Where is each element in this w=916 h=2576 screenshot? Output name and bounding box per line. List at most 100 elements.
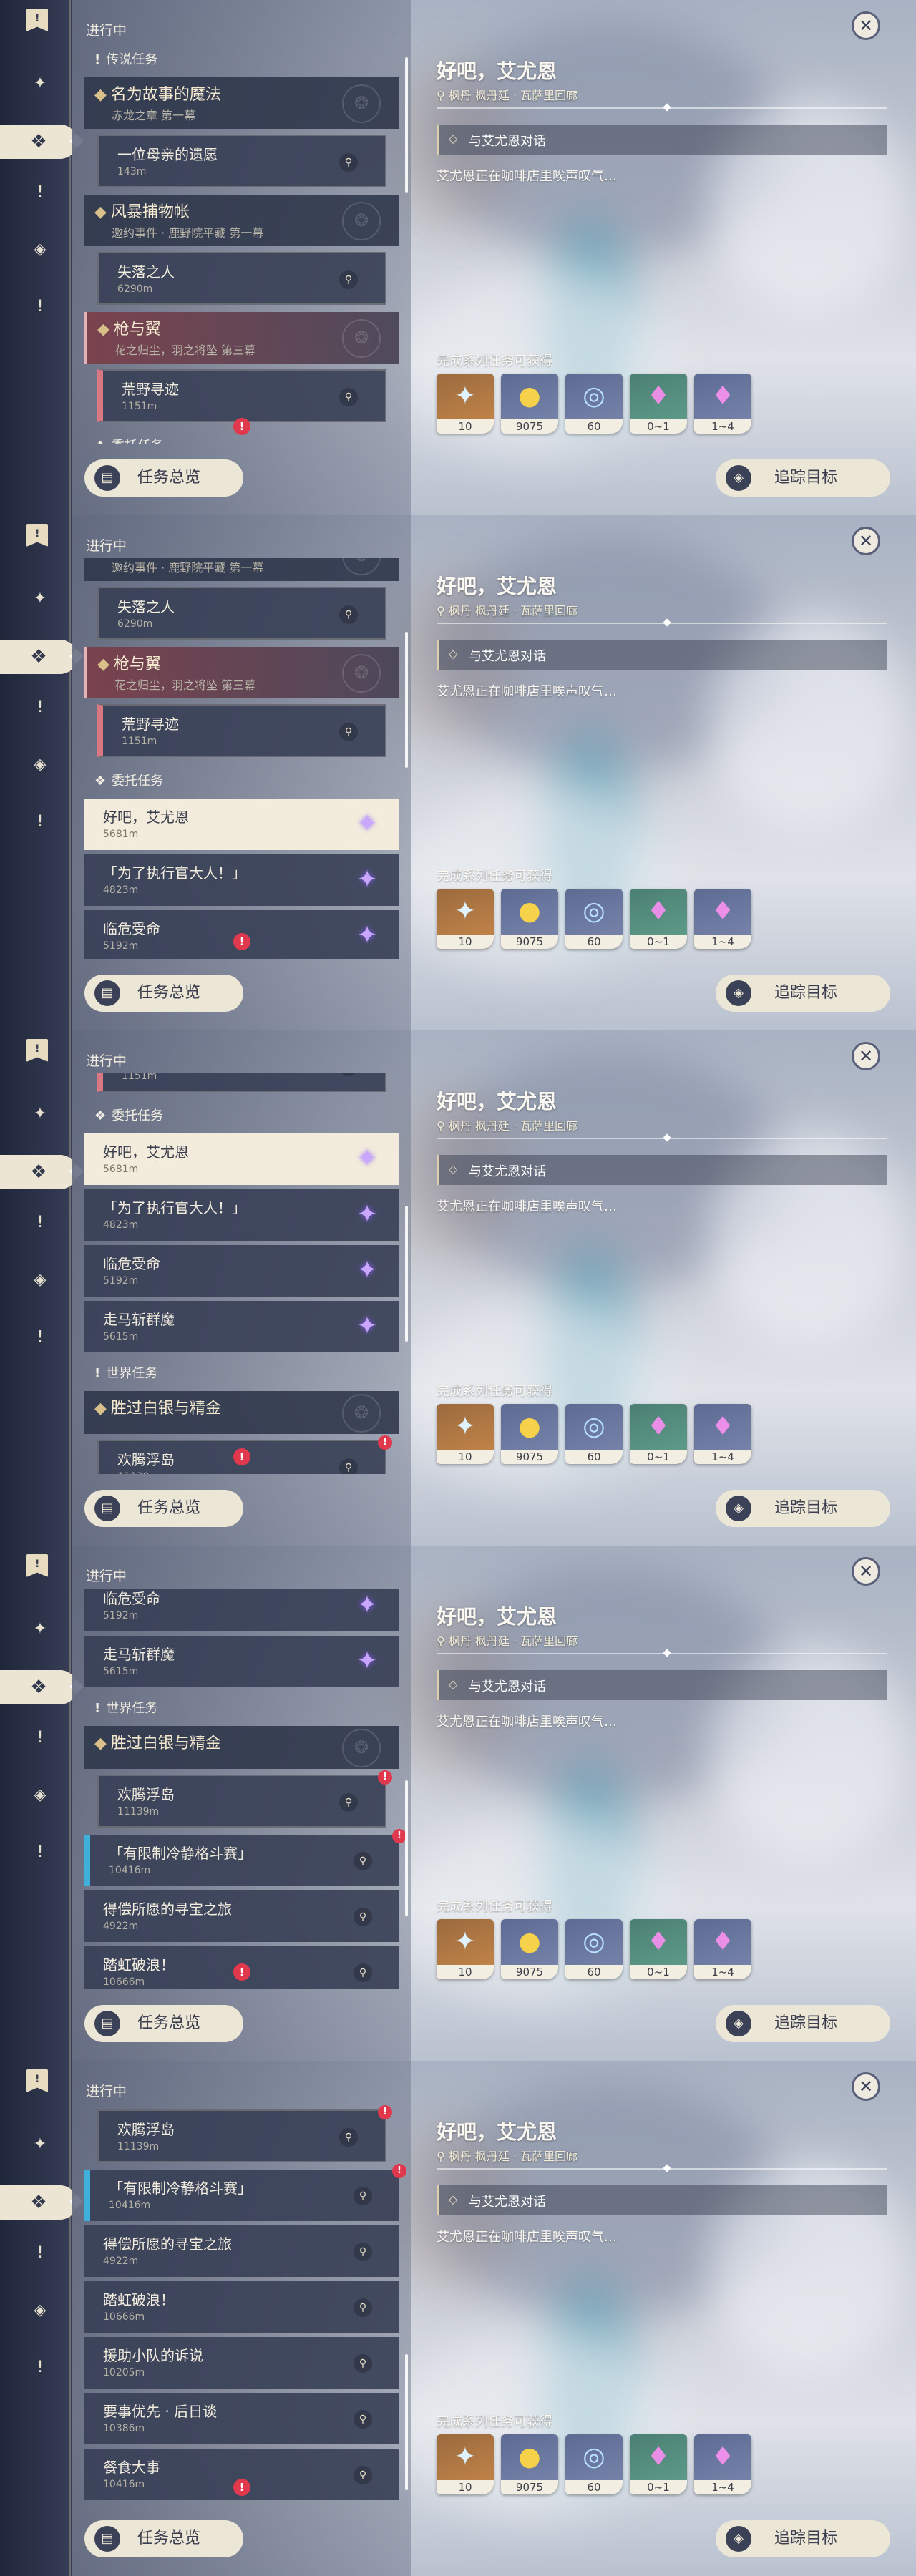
reward-companionship[interactable]: ◎ 60: [565, 1919, 623, 1979]
quest-list-scrollbar[interactable]: [405, 1780, 408, 1916]
category-archon-icon[interactable]: ❖: [0, 640, 77, 674]
close-button[interactable]: ✕: [852, 11, 880, 40]
quest-list[interactable]: !传说任务 ◆名为故事的魔法 赤龙之章 第一幕 ❂ 一位母亲的遗愿 143m ⚲…: [84, 558, 406, 959]
reward-crystal-ore[interactable]: ♦ 1~4: [694, 374, 751, 434]
reward-crystal[interactable]: ♦ 0~1: [630, 374, 687, 434]
category-archon-icon[interactable]: ❖: [0, 1670, 77, 1704]
category-story-icon[interactable]: !: [29, 1727, 51, 1749]
category-commission-icon[interactable]: ◈: [29, 239, 51, 260]
category-story-icon[interactable]: !: [29, 2243, 51, 2264]
category-all-icon[interactable]: ✦: [29, 1103, 51, 1125]
track-quest-button[interactable]: ◈ 追踪目标: [716, 459, 890, 497]
quest-item-fight[interactable]: 「有限制冷静格斗赛」 10416m ⚲ !: [84, 1829, 406, 1886]
quest-group-gun-wing[interactable]: ◆ 枪与翼 花之归尘，羽之将坠 第三幕 ❂: [84, 312, 399, 364]
quest-item-priority[interactable]: 要事优先 · 后日谈 10386m ⚲: [84, 2393, 399, 2444]
quest-item-treasure[interactable]: 得偿所愿的寻宝之旅 4922m ⚲: [84, 1890, 399, 1942]
category-commission-icon[interactable]: ◈: [29, 2300, 51, 2321]
reward-primogem[interactable]: ✦ 10: [437, 374, 494, 434]
quest-item-okay-ayun[interactable]: 好吧，艾尤恩 5681m ✦: [84, 1133, 399, 1185]
reward-crystal[interactable]: ♦ 0~1: [630, 1919, 687, 1979]
quest-overview-button[interactable]: ▤ 任务总览: [84, 459, 243, 497]
quest-overview-button[interactable]: ▤ 任务总览: [84, 2520, 243, 2557]
reward-companionship[interactable]: ◎ 60: [565, 1404, 623, 1464]
quest-group-gun-wing[interactable]: ◆ 枪与翼 花之归尘，羽之将坠 第三幕 ❂: [84, 647, 399, 698]
quest-item-wild[interactable]: 荒野寻迹 1151m ⚲: [97, 1073, 386, 1092]
quest-list-scrollbar[interactable]: [405, 57, 408, 193]
category-commission-icon[interactable]: ◈: [29, 1269, 51, 1291]
track-quest-button[interactable]: ◈ 追踪目标: [716, 975, 890, 1012]
reward-companionship[interactable]: ◎ 60: [565, 889, 623, 949]
category-world-icon[interactable]: !: [29, 296, 51, 318]
category-all-icon[interactable]: ✦: [29, 1619, 51, 1640]
quest-menu-icon[interactable]: !: [26, 524, 48, 547]
quest-overview-button[interactable]: ▤ 任务总览: [84, 975, 243, 1012]
category-all-icon[interactable]: ✦: [29, 73, 51, 94]
quest-item-lost[interactable]: 失落之人 6290m ⚲: [97, 252, 386, 305]
quest-item-wild[interactable]: 荒野寻迹 1151m ⚲: [97, 369, 386, 422]
category-archon-icon[interactable]: ❖: [0, 1155, 77, 1189]
category-archon-icon[interactable]: ❖: [0, 125, 77, 159]
reward-crystal[interactable]: ♦ 0~1: [630, 2434, 687, 2494]
quest-item-danger[interactable]: 临危受命 5192m ✦: [84, 1245, 399, 1297]
quest-list[interactable]: !传说任务 ◆名为故事的魔法 赤龙之章 第一幕 ❂ 一位母亲的遗愿 143m ⚲…: [84, 43, 406, 444]
category-world-icon[interactable]: !: [29, 1327, 51, 1348]
category-all-icon[interactable]: ✦: [29, 2134, 51, 2155]
reward-primogem[interactable]: ✦ 10: [437, 1404, 494, 1464]
quest-menu-icon[interactable]: !: [26, 9, 48, 31]
quest-list-scrollbar[interactable]: [405, 1206, 408, 1342]
reward-mora[interactable]: ● 9075: [501, 374, 558, 434]
category-commission-icon[interactable]: ◈: [29, 1785, 51, 1806]
reward-primogem[interactable]: ✦ 10: [437, 889, 494, 949]
quest-list-scrollbar[interactable]: [405, 2354, 408, 2490]
quest-group-storm[interactable]: ◆风暴捕物帐 邀约事件 · 鹿野院平藏 第一幕 ❂: [84, 195, 399, 246]
quest-group-silver[interactable]: ◆ 胜过白银与精金 ❂: [84, 1391, 399, 1434]
category-story-icon[interactable]: !: [29, 1212, 51, 1234]
track-quest-button[interactable]: ◈ 追踪目标: [716, 1490, 890, 1527]
reward-mora[interactable]: ● 9075: [501, 889, 558, 949]
category-story-icon[interactable]: !: [29, 182, 51, 203]
reward-mora[interactable]: ● 9075: [501, 1404, 558, 1464]
track-quest-button[interactable]: ◈ 追踪目标: [716, 2005, 890, 2042]
quest-menu-icon[interactable]: !: [26, 1039, 48, 1062]
quest-list[interactable]: !传说任务 ◆名为故事的魔法 赤龙之章 第一幕 ❂ 一位母亲的遗愿 143m ⚲…: [84, 1589, 406, 1989]
quest-overview-button[interactable]: ▤ 任务总览: [84, 2005, 243, 2042]
category-all-icon[interactable]: ✦: [29, 588, 51, 610]
quest-overview-button[interactable]: ▤ 任务总览: [84, 1490, 243, 1527]
quest-item-mother[interactable]: 一位母亲的遗愿 143m ⚲: [97, 135, 386, 187]
reward-companionship[interactable]: ◎ 60: [565, 2434, 623, 2494]
category-world-icon[interactable]: !: [29, 1842, 51, 1863]
quest-item-executive[interactable]: 「为了执行官大人！」 4823m ✦: [84, 854, 399, 906]
quest-item-horse[interactable]: 走马斩群魔 5615m ✦: [84, 1301, 399, 1352]
quest-list[interactable]: !传说任务 ◆名为故事的魔法 赤龙之章 第一幕 ❂ 一位母亲的遗愿 143m ⚲…: [84, 2104, 406, 2504]
quest-list-scrollbar[interactable]: [405, 632, 408, 768]
close-button[interactable]: ✕: [852, 1557, 880, 1586]
category-commission-icon[interactable]: ◈: [29, 754, 51, 776]
quest-item-fight[interactable]: 「有限制冷静格斗赛」 10416m ⚲ !: [84, 2164, 406, 2221]
close-button[interactable]: ✕: [852, 2072, 880, 2101]
quest-item-okay-ayun[interactable]: 好吧，艾尤恩 5681m ✦: [84, 799, 399, 850]
reward-crystal[interactable]: ♦ 0~1: [630, 889, 687, 949]
quest-item-treasure[interactable]: 得偿所愿的寻宝之旅 4922m ⚲: [84, 2225, 399, 2277]
quest-group-storm[interactable]: ◆风暴捕物帐 邀约事件 · 鹿野院平藏 第一幕 ❂: [84, 558, 399, 581]
quest-group-silver[interactable]: ◆ 胜过白银与精金 ❂: [84, 1726, 399, 1769]
category-world-icon[interactable]: !: [29, 2357, 51, 2379]
reward-primogem[interactable]: ✦ 10: [437, 2434, 494, 2494]
reward-companionship[interactable]: ◎ 60: [565, 374, 623, 434]
quest-item-horse[interactable]: 走马斩群魔 5615m ✦: [84, 1636, 399, 1687]
quest-item-lost[interactable]: 失落之人 6290m ⚲: [97, 587, 386, 640]
quest-item-rainbow[interactable]: 踏虹破浪！ 10666m ⚲: [84, 2281, 399, 2333]
quest-item-danger[interactable]: 临危受命 5192m ✦: [84, 1589, 399, 1631]
reward-primogem[interactable]: ✦ 10: [437, 1919, 494, 1979]
reward-crystal-ore[interactable]: ♦ 1~4: [694, 1919, 751, 1979]
reward-mora[interactable]: ● 9075: [501, 1919, 558, 1979]
quest-list[interactable]: !传说任务 ◆名为故事的魔法 赤龙之章 第一幕 ❂ 一位母亲的遗愿 143m ⚲…: [84, 1073, 406, 1474]
quest-item-rescue[interactable]: 援助小队的诉说 10205m ⚲: [84, 2337, 399, 2389]
category-story-icon[interactable]: !: [29, 697, 51, 718]
quest-item-wild[interactable]: 荒野寻迹 1151m ⚲: [97, 704, 386, 757]
reward-mora[interactable]: ● 9075: [501, 2434, 558, 2494]
quest-menu-icon[interactable]: !: [26, 1554, 48, 1577]
quest-item-island[interactable]: 欢腾浮岛 11139m ⚲ !: [97, 1770, 392, 1828]
track-quest-button[interactable]: ◈ 追踪目标: [716, 2520, 890, 2557]
quest-group-story-magic[interactable]: ◆ 名为故事的魔法 赤龙之章 第一幕 ❂: [84, 77, 399, 129]
reward-crystal[interactable]: ♦ 0~1: [630, 1404, 687, 1464]
